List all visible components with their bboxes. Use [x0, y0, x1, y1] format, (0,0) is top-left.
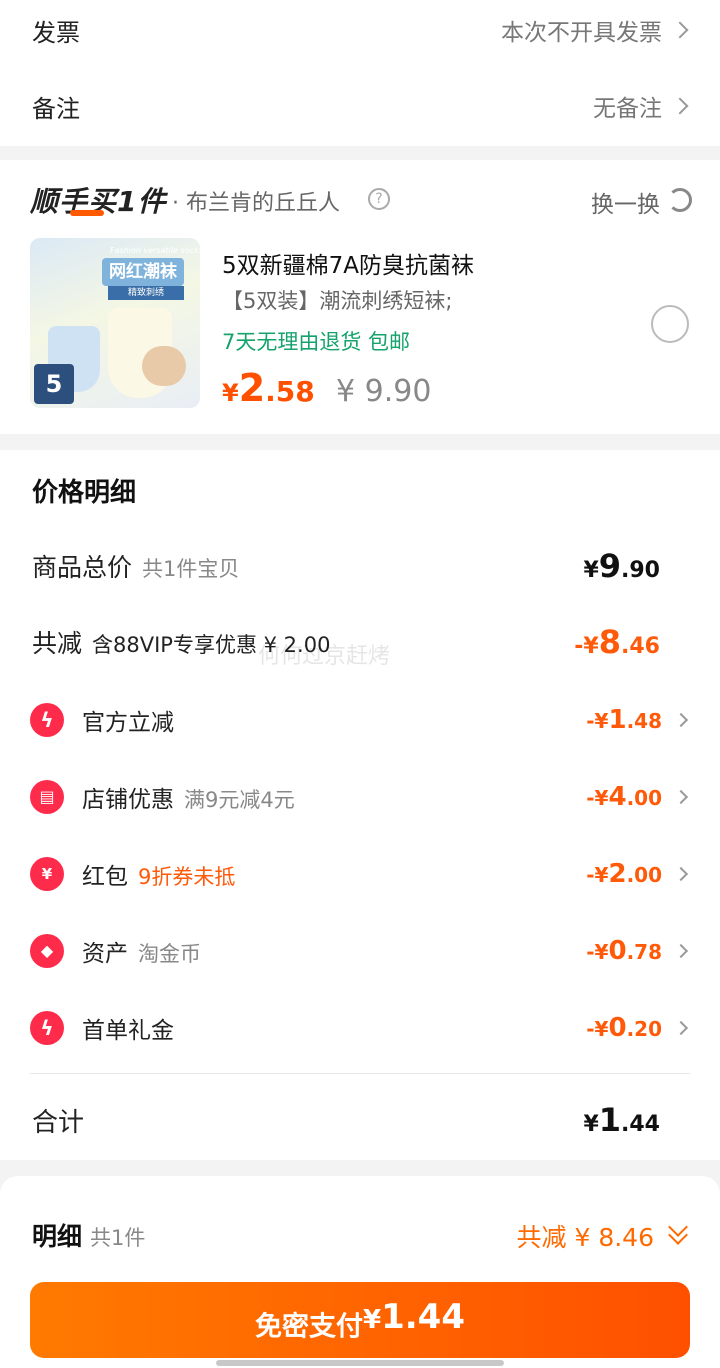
sum-label: 合计 — [32, 1107, 85, 1138]
reduction-label: 共减 — [32, 629, 83, 658]
detail-count: 共1件 — [90, 1226, 146, 1250]
original-price: ¥ 9.90 — [336, 374, 432, 409]
shop-name: · 布兰肯的丘丘人 — [172, 191, 340, 216]
watermark: 何何过京赶烤 — [258, 644, 391, 669]
total-note: 共1件宝贝 — [142, 557, 240, 581]
discount-row-official[interactable]: ϟ 官方立减 -¥1.48 — [0, 682, 720, 758]
double-chevron-down-icon[interactable] — [668, 1217, 690, 1245]
discount-row-shop[interactable]: ▤ 店铺优惠 满9元减4元 -¥4.00 — [0, 759, 720, 835]
chevron-right-icon — [673, 712, 689, 728]
discount-amount: -¥0.78 — [586, 936, 662, 966]
detail-summary[interactable]: 明细 共1件 — [32, 1217, 145, 1253]
total-price-row: 商品总价 共1件宝贝 ¥9.90 — [0, 528, 720, 604]
tag-icon: ◆ — [30, 934, 64, 968]
price-detail-title: 价格明细 — [32, 478, 137, 508]
remark-value: 无备注 — [593, 96, 662, 122]
order-options-card: 发票 本次不开具发票 备注 无备注 — [0, 0, 720, 146]
pack-count-badge: 5 — [34, 364, 74, 404]
hand-graphic — [142, 346, 186, 386]
discount-amount: -¥4.00 — [586, 782, 662, 812]
discount-amount: -¥0.20 — [586, 1013, 662, 1043]
chevron-right-icon — [673, 789, 689, 805]
invoice-label: 发票 — [32, 18, 80, 47]
discount-label: 红包 — [82, 864, 128, 890]
total-label: 商品总价 — [32, 553, 133, 582]
chevron-right-icon — [673, 1020, 689, 1036]
product-subtitle: 【5双装】潮流刺绣短袜; — [222, 289, 453, 313]
total-amount: ¥9.90 — [583, 547, 660, 585]
discount-row-redpacket[interactable]: ¥ 红包 9折券未抵 -¥2.00 — [0, 836, 720, 912]
shop-icon: ▤ — [30, 780, 64, 814]
product-title[interactable]: 5双新疆棉7A防臭抗菌袜 — [222, 246, 474, 280]
pay-currency: ¥ — [363, 1304, 382, 1335]
lightning-icon: ϟ — [30, 703, 64, 737]
image-badge-sub: 精致刺绣 — [108, 286, 184, 300]
detail-label: 明细 — [32, 1222, 83, 1251]
invoice-row[interactable]: 发票 本次不开具发票 — [0, 0, 720, 68]
discount-label: 资产 — [82, 941, 128, 967]
lightning-icon: ϟ — [30, 1011, 64, 1045]
refresh-icon[interactable] — [668, 188, 692, 212]
product-price: ¥2.58 — [222, 366, 315, 410]
return-policy: 7天无理由退货 包邮 — [222, 330, 411, 354]
discount-label: 官方立减 — [82, 710, 174, 736]
chevron-right-icon — [671, 97, 689, 115]
pay-button[interactable]: 免密支付¥1.44 — [30, 1282, 690, 1358]
reduction-amount: -¥8.46 — [574, 623, 660, 661]
discount-amount: -¥1.48 — [586, 705, 662, 735]
discount-row-first-order[interactable]: ϟ 首单礼金 -¥0.20 — [0, 990, 720, 1066]
pay-amount: 1.44 — [381, 1296, 465, 1337]
discount-label: 店铺优惠 — [82, 787, 174, 813]
help-icon[interactable]: ? — [368, 188, 390, 210]
discount-label: 首单礼金 — [82, 1018, 174, 1044]
chevron-right-icon — [673, 943, 689, 959]
remark-row[interactable]: 备注 无备注 — [0, 68, 720, 144]
sum-amount: ¥1.44 — [583, 1101, 660, 1139]
chevron-right-icon — [673, 866, 689, 882]
chevron-right-icon — [671, 21, 689, 39]
discount-row-assets[interactable]: ◆ 资产 淘金币 -¥0.78 — [0, 913, 720, 989]
home-indicator — [216, 1360, 504, 1366]
remark-label: 备注 — [32, 94, 80, 123]
swap-button[interactable]: 换一换 — [591, 185, 660, 219]
sum-row: 合计 ¥1.44 — [0, 1082, 720, 1158]
shunshou-brand-logo: 顺手买1件 — [30, 185, 167, 218]
product-image[interactable]: Fashion versatile socks 网红潮袜 精致刺绣 5 — [30, 238, 200, 408]
select-product-radio[interactable] — [651, 305, 689, 343]
image-badge-main: 网红潮袜 — [102, 258, 184, 286]
divider — [30, 1073, 690, 1074]
invoice-value: 本次不开具发票 — [501, 20, 662, 46]
saved-amount[interactable]: 共减 ¥ 8.46 — [517, 1218, 654, 1254]
discount-amount: -¥2.00 — [586, 859, 662, 889]
image-badge-top: Fashion versatile socks — [110, 246, 200, 255]
pay-label: 免密支付 — [255, 1311, 363, 1343]
red-envelope-icon: ¥ — [30, 857, 64, 891]
